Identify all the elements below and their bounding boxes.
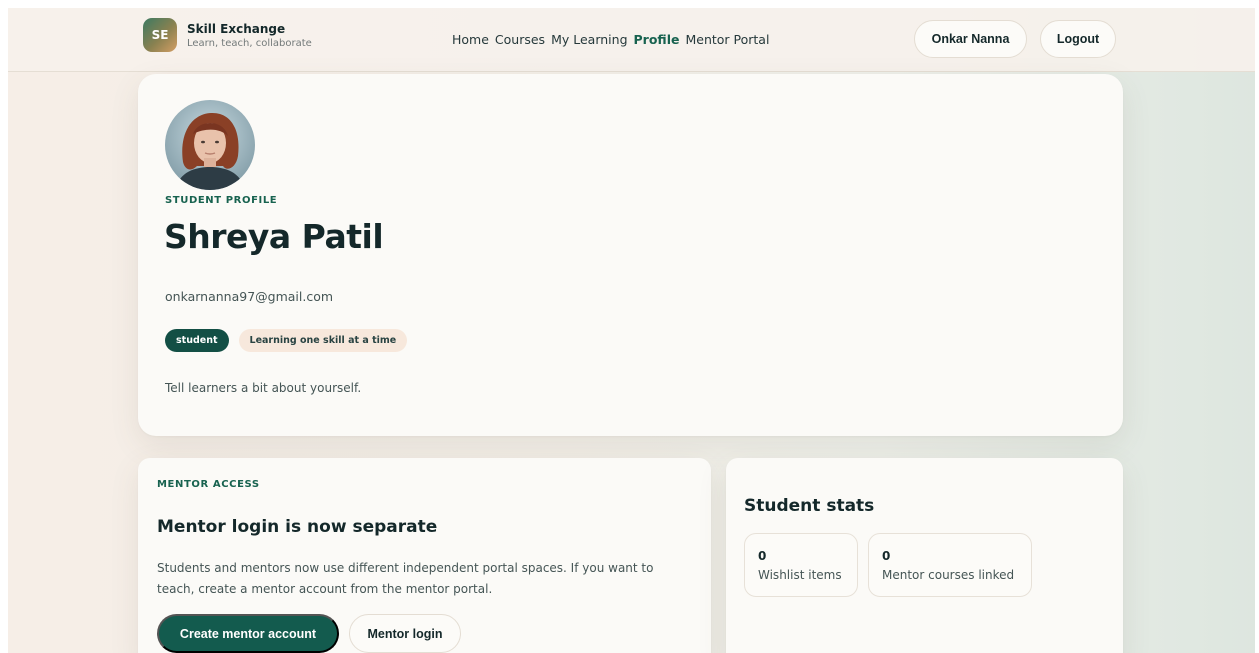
mentor-login-button[interactable]: Mentor login — [349, 614, 461, 653]
brand[interactable]: SE Skill Exchange Learn, teach, collabor… — [143, 18, 312, 52]
brand-text: Skill Exchange Learn, teach, collaborate — [187, 22, 312, 49]
profile-photo — [165, 100, 255, 190]
mentor-actions: Create mentor account Mentor login — [157, 614, 461, 653]
main-nav: Home Courses My Learning Profile Mentor … — [452, 32, 769, 47]
nav-mentor-portal[interactable]: Mentor Portal — [685, 32, 769, 47]
nav-home[interactable]: Home — [452, 32, 489, 47]
profile-name: Shreya Patil — [164, 217, 384, 256]
window-frame-right — [1255, 0, 1259, 653]
top-navigation-bar: SE Skill Exchange Learn, teach, collabor… — [8, 8, 1255, 72]
stat-value: 0 — [882, 549, 891, 563]
tagline-badge: Learning one skill at a time — [238, 329, 408, 352]
profile-badges: student Learning one skill at a time — [165, 329, 408, 352]
mentor-access-card: MENTOR ACCESS Mentor login is now separa… — [138, 458, 711, 653]
stats-title: Student stats — [744, 496, 875, 516]
stat-label: Mentor courses linked — [882, 568, 1015, 582]
stat-mentor-courses-linked: 0 Mentor courses linked — [868, 533, 1032, 597]
stat-tiles: 0 Wishlist items 0 Mentor courses linked — [744, 533, 1032, 597]
profile-bio: Tell learners a bit about yourself. — [165, 381, 362, 395]
nav-profile[interactable]: Profile — [634, 32, 680, 47]
profile-eyebrow: STUDENT PROFILE — [165, 195, 278, 206]
stat-wishlist-items: 0 Wishlist items — [744, 533, 858, 597]
stat-value: 0 — [758, 549, 767, 563]
create-mentor-account-button[interactable]: Create mentor account — [157, 614, 339, 653]
brand-logo: SE — [143, 18, 177, 52]
logout-button[interactable]: Logout — [1040, 20, 1116, 58]
window-frame-top — [0, 0, 1259, 8]
mentor-access-title: Mentor login is now separate — [157, 517, 438, 537]
brand-subtitle: Learn, teach, collaborate — [187, 37, 312, 49]
student-stats-card: Student stats 0 Wishlist items 0 Mentor … — [726, 458, 1123, 653]
window-frame-left — [0, 0, 8, 653]
stat-label: Wishlist items — [758, 568, 842, 582]
avatar — [165, 100, 255, 190]
profile-card: STUDENT PROFILE Shreya Patil onkarnanna9… — [138, 74, 1123, 436]
brand-title: Skill Exchange — [187, 21, 286, 36]
profile-email: onkarnanna97@gmail.com — [165, 289, 334, 304]
mentor-access-description: Students and mentors now use different i… — [157, 561, 654, 596]
role-badge: student — [165, 329, 229, 352]
nav-my-learning[interactable]: My Learning — [551, 32, 627, 47]
nav-courses[interactable]: Courses — [495, 32, 545, 47]
user-menu-button[interactable]: Onkar Nanna — [914, 20, 1027, 58]
mentor-access-eyebrow: MENTOR ACCESS — [157, 479, 260, 490]
